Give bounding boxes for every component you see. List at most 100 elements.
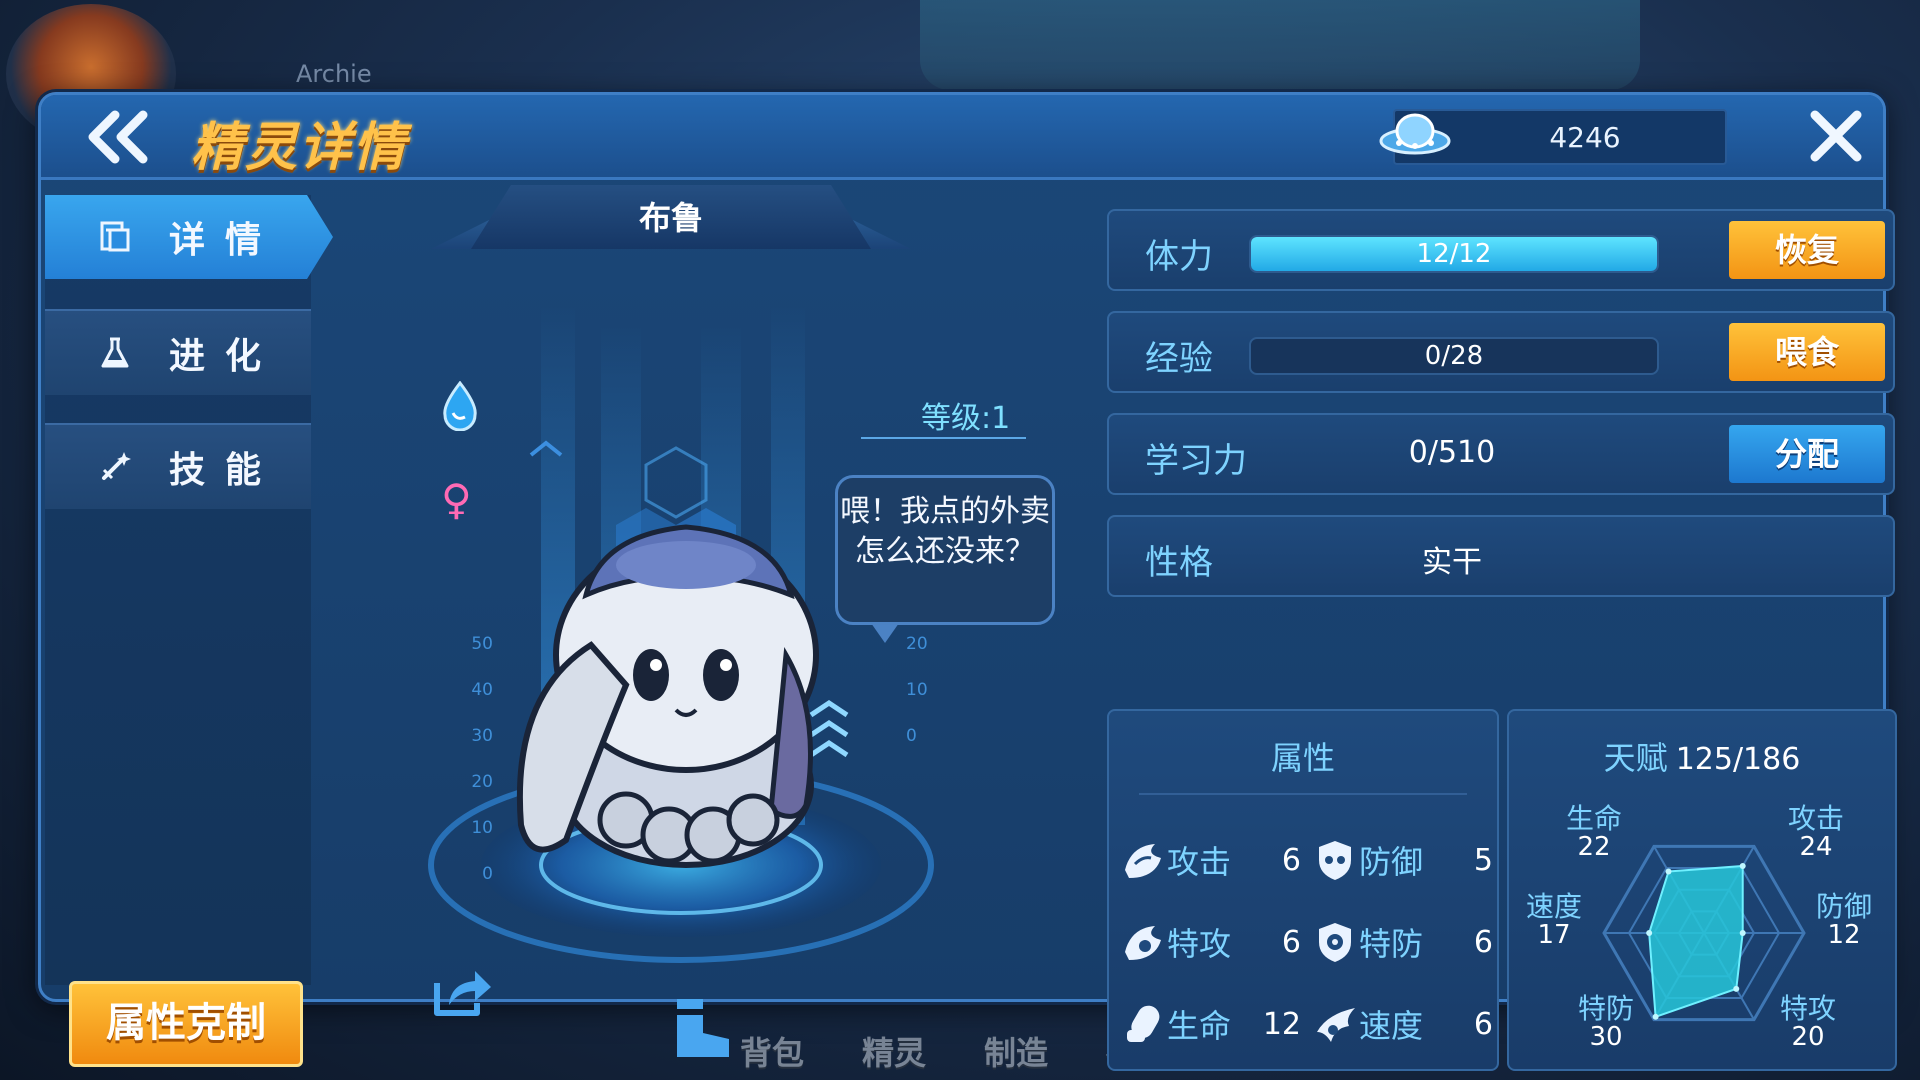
currency-display: 4246 xyxy=(1379,109,1727,165)
close-icon xyxy=(1810,110,1862,162)
radar-point xyxy=(1733,985,1740,992)
background-top-bar xyxy=(920,0,1640,90)
scale-left: 50 40 30 20 10 0 xyxy=(453,621,493,897)
special-defense-icon xyxy=(1319,923,1351,962)
stat-hp: 生命 12 xyxy=(1121,999,1301,1049)
scale-tick: 10 xyxy=(471,818,493,838)
background-nav-bag: 背包 xyxy=(740,1034,805,1072)
talent-defense-value: 12 xyxy=(1827,920,1861,950)
stat-hp-value: 12 xyxy=(1262,1006,1301,1042)
talent-special-attack-name: 特攻 xyxy=(1779,992,1836,1025)
level-underline xyxy=(861,437,1026,439)
talent-box: 天赋 125/186 生命 22 攻击 24 防御 12 特攻 20 特防 30 速度 17 xyxy=(1507,709,1897,1071)
attributes-divider xyxy=(1139,793,1467,795)
feed-button[interactable]: 喂食 xyxy=(1729,323,1885,381)
scale-tick: 20 xyxy=(906,634,928,654)
share-icon[interactable] xyxy=(429,965,495,1021)
allocate-button[interactable]: 分配 xyxy=(1729,425,1885,483)
talent-title-label: 天赋 xyxy=(1603,739,1668,777)
talent-hp-name: 生命 xyxy=(1565,802,1622,835)
talent-title: 天赋 125/186 xyxy=(1509,733,1895,779)
scale-tick: 40 xyxy=(471,680,493,700)
scale-right: 20 10 0 xyxy=(906,621,946,759)
stat-attack-value: 6 xyxy=(1281,842,1301,878)
talent-hp-value: 22 xyxy=(1577,832,1611,862)
talent-special-defense-name: 特防 xyxy=(1577,992,1634,1025)
tab-skills[interactable]: 技能 xyxy=(45,423,311,509)
talent-label-special-defense: 特防 30 xyxy=(1561,992,1651,1052)
stat-speed-value: 6 xyxy=(1473,1006,1493,1042)
talent-label-speed: 速度 17 xyxy=(1509,893,1599,950)
radar-point xyxy=(1665,868,1672,875)
boot-icon[interactable] xyxy=(667,995,735,1061)
stat-speed-label: 速度 xyxy=(1359,1007,1424,1045)
radar-point xyxy=(1652,1013,1659,1020)
learning-row: 学习力 0/510 分配 xyxy=(1107,413,1895,495)
attributes-title: 属性 xyxy=(1270,739,1335,777)
scale-tick: 20 xyxy=(471,772,493,792)
panel-header: 精灵详情 4246 xyxy=(41,95,1883,180)
hp-icon xyxy=(1127,1005,1160,1042)
stat-speed: 速度 6 xyxy=(1313,999,1493,1049)
talent-radar: 生命 22 攻击 24 防御 12 特攻 20 特防 30 速度 17 xyxy=(1509,801,1899,1071)
talent-special-defense-value: 30 xyxy=(1589,1022,1623,1052)
background-nav-pets: 精灵 xyxy=(862,1034,927,1072)
background-player-name: Archie xyxy=(296,60,372,88)
exp-value: 0/28 xyxy=(1424,341,1484,371)
talent-label-special-attack: 特攻 20 xyxy=(1763,992,1853,1052)
talent-attack-value: 24 xyxy=(1799,832,1833,862)
water-drop-icon xyxy=(443,381,477,431)
talent-label-defense: 防御 12 xyxy=(1799,890,1889,950)
exp-bar: 0/28 xyxy=(1249,337,1659,375)
female-icon: ♀ xyxy=(441,475,472,524)
back-button[interactable] xyxy=(81,109,153,165)
nature-row: 性格 实干 xyxy=(1107,515,1895,597)
stat-attack-label: 攻击 xyxy=(1167,843,1232,881)
side-menu: 详情 进化 技能 属性克制 xyxy=(45,195,333,1067)
scale-tick: 50 xyxy=(471,634,493,654)
sword-sparkle-icon xyxy=(95,447,135,487)
radar-point xyxy=(1739,930,1746,936)
exp-label: 经验 xyxy=(1145,339,1213,379)
stat-hp-label: 生命 xyxy=(1167,1007,1232,1045)
learning-label: 学习力 xyxy=(1145,441,1247,481)
radar-point xyxy=(1739,862,1746,869)
tab-skills-label: 技能 xyxy=(169,450,282,491)
stat-defense-label: 防御 xyxy=(1359,843,1424,881)
page-title: 精灵详情 xyxy=(191,118,408,178)
talent-speed-value: 17 xyxy=(1537,920,1571,950)
close-button[interactable] xyxy=(1805,105,1867,167)
double-chevron-left-icon xyxy=(88,110,148,164)
hp-bar: 12/12 xyxy=(1249,235,1659,273)
radar-point xyxy=(1646,930,1653,936)
background-nav-craft: 制造 xyxy=(984,1034,1049,1072)
speed-icon xyxy=(1317,1008,1355,1042)
stat-attack: 攻击 6 xyxy=(1121,835,1301,885)
nature-label: 性格 xyxy=(1145,543,1213,583)
special-attack-icon xyxy=(1125,926,1161,960)
stat-special-attack-value: 6 xyxy=(1281,924,1301,960)
speech-bubble-tail xyxy=(871,623,899,643)
hp-row: 体力 12/12 恢复 xyxy=(1107,209,1895,291)
nature-value: 实干 xyxy=(1422,545,1482,580)
talent-defense-name: 防御 xyxy=(1815,890,1872,923)
ufo-icon xyxy=(1379,113,1451,155)
pet-stage: 布鲁 ♀ 等级:1 喂！我点的外卖怎么还没来？ 50 40 30 20 10 0… xyxy=(341,185,1061,1057)
talent-label-attack: 攻击 24 xyxy=(1771,802,1861,862)
scale-tick: 0 xyxy=(482,864,493,884)
scale-tick: 0 xyxy=(906,726,917,746)
stat-special-defense-label: 特防 xyxy=(1359,925,1424,963)
stat-special-attack: 特攻 6 xyxy=(1121,917,1301,967)
stat-defense-value: 5 xyxy=(1473,842,1493,878)
type-chart-button[interactable]: 属性克制 xyxy=(69,981,303,1067)
document-icon xyxy=(95,217,135,257)
tab-evolution[interactable]: 进化 xyxy=(45,309,311,395)
stat-special-attack-label: 特攻 xyxy=(1167,925,1232,963)
scale-tick: 30 xyxy=(471,726,493,746)
tab-details[interactable]: 详情 xyxy=(45,195,333,279)
stat-special-defense: 特防 6 xyxy=(1313,917,1493,967)
speech-bubble: 喂！我点的外卖怎么还没来？ xyxy=(835,475,1055,625)
talent-special-attack-value: 20 xyxy=(1791,1022,1825,1052)
restore-button[interactable]: 恢复 xyxy=(1729,221,1885,279)
talent-attack-name: 攻击 xyxy=(1787,802,1844,835)
